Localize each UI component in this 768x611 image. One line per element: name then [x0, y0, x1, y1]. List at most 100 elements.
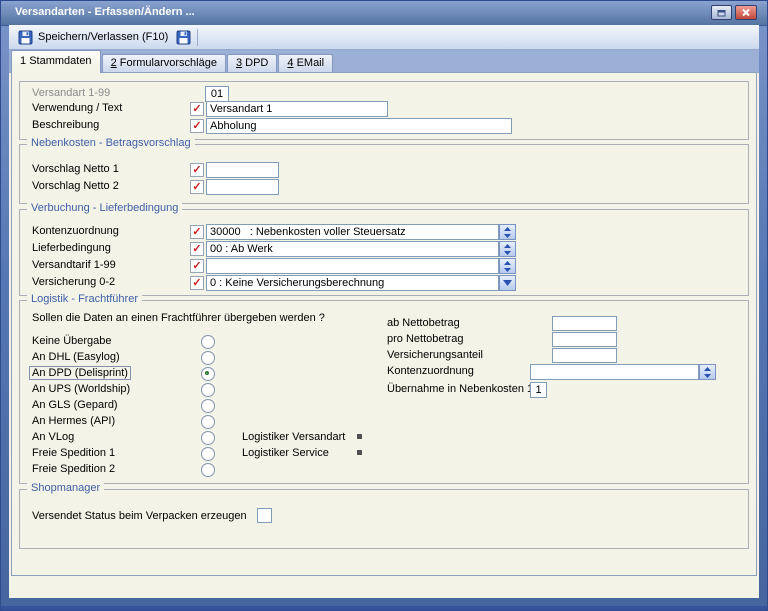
confirm-check-button[interactable]: ✓ — [190, 242, 204, 256]
lookup-button-versandtarif[interactable] — [499, 258, 516, 274]
tab-stammdaten[interactable]: 1 Stammdaten — [11, 50, 101, 73]
radio-freie-spedition-2[interactable] — [201, 463, 215, 477]
beschreibung-input[interactable] — [206, 118, 512, 134]
versandtarif-row: Versandtarif 1-99 ✓ — [20, 258, 748, 275]
client-area: 1 Stammdaten 2 Formularvorschläge 3 DPD … — [9, 50, 759, 598]
dropdown-button-versicherung[interactable] — [499, 275, 516, 291]
close-icon — [741, 8, 751, 17]
versicherungsanteil-input[interactable] — [552, 348, 617, 363]
versandtarif-label: Versandtarif 1-99 — [32, 259, 116, 271]
radio-an-gls[interactable] — [201, 399, 215, 413]
radio-label-an-gls: An GLS (Gepard) — [32, 399, 118, 411]
tab-accelerator: 1 — [20, 55, 26, 67]
logistik-kontenzuordnung-input[interactable] — [530, 364, 699, 380]
ab-nettobetrag-label: ab Nettobetrag — [387, 317, 460, 329]
tab-label: EMail — [297, 57, 325, 69]
lieferbedingung-label: Lieferbedingung — [32, 242, 111, 254]
restore-icon — [717, 9, 726, 17]
pro-nettobetrag-input[interactable] — [552, 332, 617, 347]
logistik-kontenzuordnung-label: Kontenzuordnung — [387, 365, 474, 377]
radio-row: An GLS (Gepard) — [20, 398, 748, 415]
vorschlag-netto1-input[interactable] — [206, 162, 279, 178]
titlebar: Versandarten - Erfassen/Ändern ... — [1, 1, 767, 26]
vorschlag-netto2-input[interactable] — [206, 179, 279, 195]
verwendung-row: Verwendung / Text ✓ — [20, 101, 748, 118]
section-logistik: Logistik - Frachtführer Sollen die Daten… — [19, 300, 749, 484]
save-button[interactable] — [173, 28, 194, 47]
kontenzuordnung-input[interactable] — [206, 224, 499, 240]
confirm-check-button[interactable]: ✓ — [190, 163, 204, 177]
check-icon: ✓ — [192, 243, 201, 255]
restore-button[interactable] — [711, 5, 732, 20]
lieferbedingung-input[interactable] — [206, 241, 499, 257]
chevron-down-icon — [503, 280, 512, 286]
lookup-button-lieferbedingung[interactable] — [499, 241, 516, 257]
toolbar: Speichern/Verlassen (F10) — [9, 25, 759, 50]
section-shopmanager: Shopmanager Versendet Status beim Verpac… — [19, 489, 749, 549]
radio-row: An VLog Logistiker Versandart — [20, 430, 748, 447]
versicherung-label: Versicherung 0-2 — [32, 276, 115, 288]
versandtarif-input[interactable] — [206, 258, 499, 274]
tab-email[interactable]: 4 EMail — [278, 54, 333, 73]
radio-row: Freie Spedition 2 — [20, 462, 748, 479]
kontenzuordnung-row: Kontenzuordnung ✓ — [20, 224, 748, 241]
tab-accelerator: 2 — [111, 57, 117, 69]
pro-nettobetrag-row: pro Nettobetrag — [20, 332, 748, 349]
versandart-label: Versandart 1-99 — [32, 87, 110, 99]
window-frame-bottom — [1, 606, 767, 610]
radio-an-hermes[interactable] — [201, 415, 215, 429]
save-icon — [18, 30, 33, 45]
verwendung-input[interactable] — [206, 101, 388, 117]
tab-accelerator: 3 — [236, 57, 242, 69]
section-verbuchung: Verbuchung - Lieferbedingung Kontenzuord… — [19, 209, 749, 296]
lieferbedingung-row: Lieferbedingung ✓ — [20, 241, 748, 258]
spin-updown-icon — [503, 261, 512, 272]
confirm-check-button[interactable]: ✓ — [190, 276, 204, 290]
toolbar-separator — [197, 29, 198, 46]
section-title: Nebenkosten - Betragsvorschlag — [27, 137, 195, 149]
tab-dpd[interactable]: 3 DPD — [227, 54, 277, 73]
confirm-check-button[interactable]: ✓ — [190, 180, 204, 194]
logistiker-service-label: Logistiker Service — [242, 447, 329, 459]
radio-label-an-vlog: An VLog — [32, 431, 74, 443]
radio-label-freie-spedition-2: Freie Spedition 2 — [32, 463, 115, 475]
close-button[interactable] — [735, 5, 757, 20]
section-nebenkosten: Nebenkosten - Betragsvorschlag Vorschlag… — [19, 144, 749, 204]
section-title: Logistik - Frachtführer — [27, 293, 142, 305]
logistiker-versandart-label: Logistiker Versandart — [242, 431, 345, 443]
save-exit-button[interactable]: Speichern/Verlassen (F10) — [13, 28, 173, 47]
radio-an-vlog[interactable] — [201, 431, 215, 445]
radio-label-an-hermes: An Hermes (API) — [32, 415, 115, 427]
vorschlag-netto2-row: Vorschlag Netto 2 ✓ — [20, 179, 748, 196]
tab-formularvorschlaege[interactable]: 2 Formularvorschläge — [102, 54, 226, 73]
confirm-check-button[interactable]: ✓ — [190, 119, 204, 133]
section-title: Verbuchung - Lieferbedingung — [27, 202, 182, 214]
logistik-kontenzuordnung-row: Kontenzuordnung — [20, 364, 748, 381]
check-icon: ✓ — [192, 260, 201, 272]
section-stammdaten: Versandart 1-99 Verwendung / Text ✓ Besc… — [19, 81, 749, 140]
kontenzuordnung-label: Kontenzuordnung — [32, 225, 119, 237]
beschreibung-row: Beschreibung ✓ — [20, 118, 748, 135]
verwendung-label: Verwendung / Text — [32, 102, 122, 114]
confirm-check-button[interactable]: ✓ — [190, 259, 204, 273]
versendet-status-checkbox[interactable] — [257, 508, 272, 523]
check-icon: ✓ — [192, 226, 201, 238]
vorschlag-netto2-label: Vorschlag Netto 2 — [32, 180, 119, 192]
versandart-input[interactable] — [205, 86, 229, 102]
versicherung-select[interactable] — [206, 275, 499, 291]
confirm-check-button[interactable]: ✓ — [190, 102, 204, 116]
section-title: Shopmanager — [27, 482, 104, 494]
uebernahme-input[interactable] — [530, 382, 547, 398]
lookup-button-kontenzuordnung[interactable] — [499, 224, 516, 240]
lookup-button-logistik-kontenzuordnung[interactable] — [699, 364, 716, 380]
tab-page-stammdaten: Versandart 1-99 Verwendung / Text ✓ Besc… — [11, 72, 757, 576]
versendet-status-row: Versendet Status beim Verpacken erzeugen — [20, 507, 748, 524]
radio-row: Freie Spedition 1 Logistiker Service — [20, 446, 748, 463]
logistiker-versandart-indicator — [357, 434, 362, 439]
ab-nettobetrag-input[interactable] — [552, 316, 617, 331]
tab-label: Formularvorschläge — [120, 57, 217, 69]
radio-freie-spedition-1[interactable] — [201, 447, 215, 461]
confirm-check-button[interactable]: ✓ — [190, 225, 204, 239]
save-exit-label: Speichern/Verlassen (F10) — [38, 31, 168, 43]
logistiker-service-indicator — [357, 450, 362, 455]
